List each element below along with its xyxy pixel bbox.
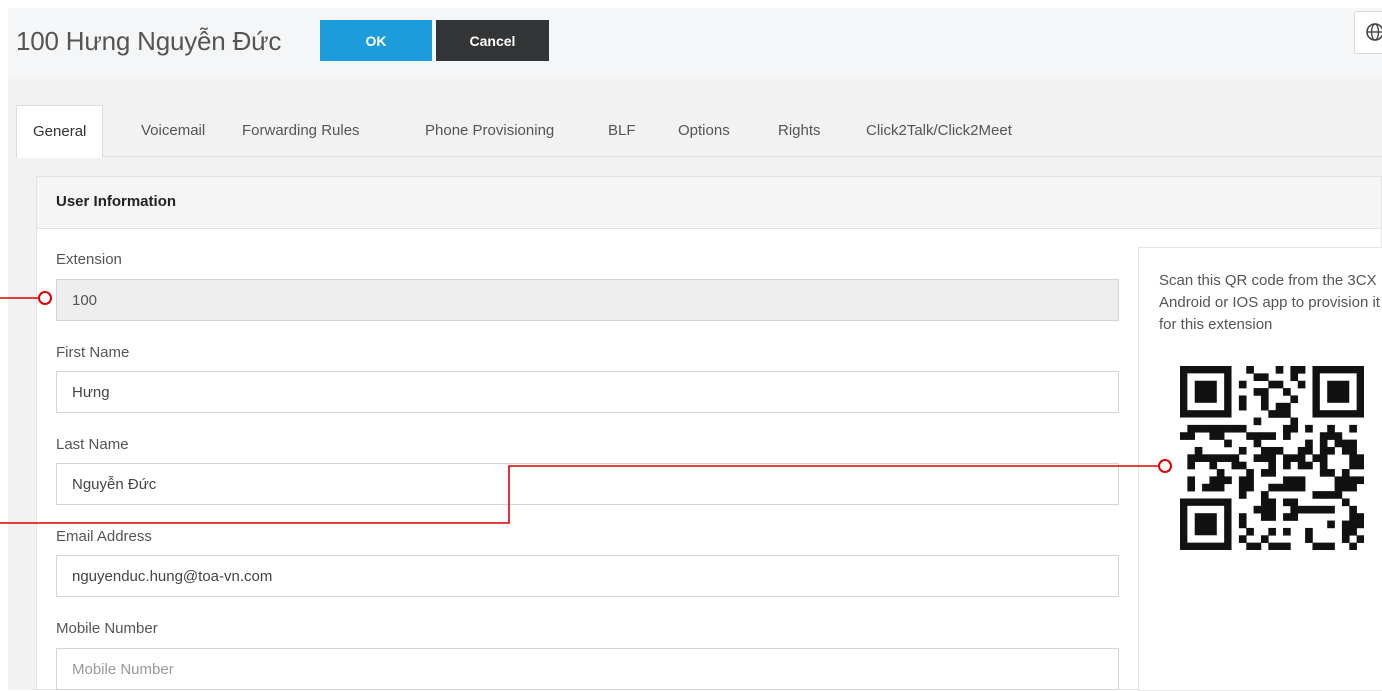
tab-general[interactable]: General	[16, 105, 104, 158]
mobile-label: Mobile Number	[56, 620, 158, 637]
tab-rights[interactable]: Rights	[778, 105, 821, 157]
last-name-field[interactable]	[56, 463, 1119, 505]
last-name-label: Last Name	[56, 436, 129, 453]
globe-icon	[1366, 23, 1382, 41]
qr-code-icon	[1180, 366, 1364, 550]
top-bar: 100 Hưng Nguyễn Đức OK Cancel	[8, 8, 1382, 79]
tab-forwarding-rules[interactable]: Forwarding Rules	[242, 105, 360, 157]
qr-provision-box: Scan this QR code from the 3CX Android o…	[1138, 247, 1382, 691]
tab-phone-provisioning[interactable]: Phone Provisioning	[425, 105, 554, 157]
email-label: Email Address	[56, 528, 152, 545]
extension-label: Extension	[56, 251, 122, 268]
qr-instructions: Scan this QR code from the 3CX Android o…	[1159, 272, 1380, 333]
tab-blf[interactable]: BLF	[608, 105, 636, 157]
first-name-field[interactable]	[56, 371, 1119, 413]
first-name-label: First Name	[56, 344, 130, 361]
panel-title: User Information	[56, 193, 177, 210]
extension-field[interactable]	[56, 279, 1119, 321]
tab-bar: General Voicemail Forwarding Rules Phone…	[16, 105, 1382, 158]
page-title: 100 Hưng Nguyễn Đức	[16, 26, 282, 56]
tab-voicemail[interactable]: Voicemail	[141, 105, 205, 157]
tab-click2talk[interactable]: Click2Talk/Click2Meet	[866, 105, 1012, 157]
language-button[interactable]	[1354, 11, 1382, 54]
cancel-button[interactable]: Cancel	[436, 20, 549, 61]
ok-button[interactable]: OK	[320, 20, 432, 61]
user-information-panel: User Information Extension First Name La…	[36, 176, 1382, 691]
tab-options[interactable]: Options	[678, 105, 730, 157]
panel-header: User Information	[37, 177, 1381, 229]
mobile-field[interactable]	[56, 648, 1119, 690]
email-field[interactable]	[56, 555, 1119, 597]
